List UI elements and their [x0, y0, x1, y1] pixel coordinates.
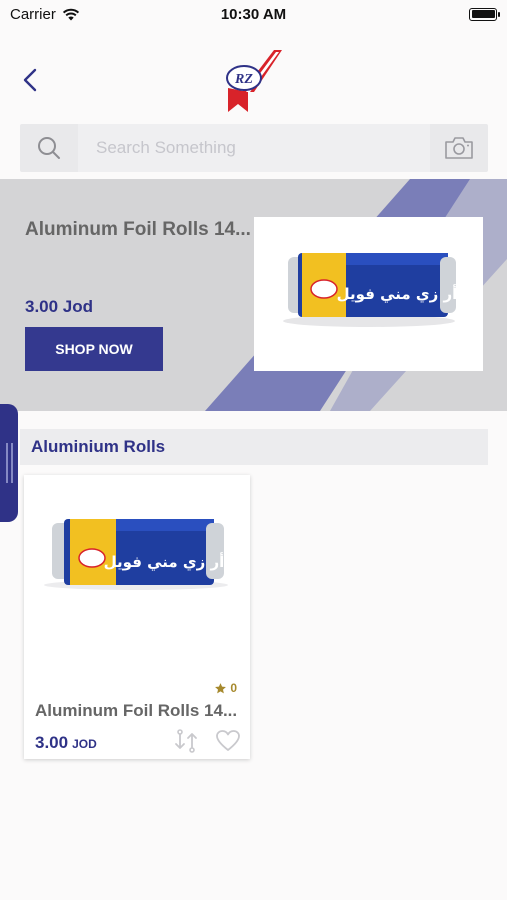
product-image: أر زي مني فويل: [24, 475, 250, 675]
product-name: Aluminum Foil Rolls 14...: [35, 701, 238, 720]
compare-button[interactable]: [172, 727, 200, 755]
section-title: Aluminium Rolls: [20, 429, 488, 465]
chevron-left-icon: [23, 68, 37, 92]
side-drawer-handle[interactable]: [0, 404, 18, 522]
star-icon: [215, 682, 227, 693]
product-rating: 0: [214, 681, 237, 695]
heart-icon: [216, 730, 240, 751]
search-icon: [38, 137, 60, 159]
svg-text:أر زي مني فويل: أر زي مني فويل: [104, 552, 225, 572]
price-amount: 3.00: [35, 733, 69, 752]
back-button[interactable]: [14, 64, 46, 96]
wifi-icon: [62, 8, 79, 20]
status-bar: Carrier 10:30 AM: [0, 0, 507, 28]
nav-bar: RZ: [0, 40, 507, 120]
brand-logo: RZ: [226, 50, 282, 112]
compare-icon: [175, 729, 197, 753]
status-left: Carrier: [10, 6, 80, 23]
camera-button[interactable]: [430, 124, 488, 172]
product-card[interactable]: أر زي مني فويل 0 Aluminum Foil Rolls 14.…: [24, 475, 250, 759]
price-currency: JOD: [72, 737, 97, 751]
svg-text:أر زي مني فويل: أر زي مني فويل: [337, 284, 458, 304]
camera-icon: [445, 137, 473, 159]
search-input[interactable]: [78, 124, 430, 172]
promo-banner[interactable]: Aluminum Foil Rolls 14... 3.00 Jod SHOP …: [0, 179, 507, 411]
search-bar: [20, 124, 488, 172]
shop-now-button[interactable]: SHOP NOW: [25, 327, 163, 371]
banner-product-image: أر زي مني فويل: [254, 217, 483, 371]
banner-title: Aluminum Foil Rolls 14...: [25, 219, 251, 240]
banner-price: 3.00 Jod: [25, 297, 94, 316]
wishlist-button[interactable]: [214, 727, 242, 755]
svg-text:RZ: RZ: [234, 72, 253, 87]
search-button[interactable]: [20, 124, 78, 172]
rating-count: 0: [230, 681, 237, 695]
card-actions: [172, 727, 242, 755]
product-price: 3.00 JOD: [35, 733, 97, 753]
carrier-label: Carrier: [10, 5, 56, 23]
battery-icon: [469, 7, 500, 21]
